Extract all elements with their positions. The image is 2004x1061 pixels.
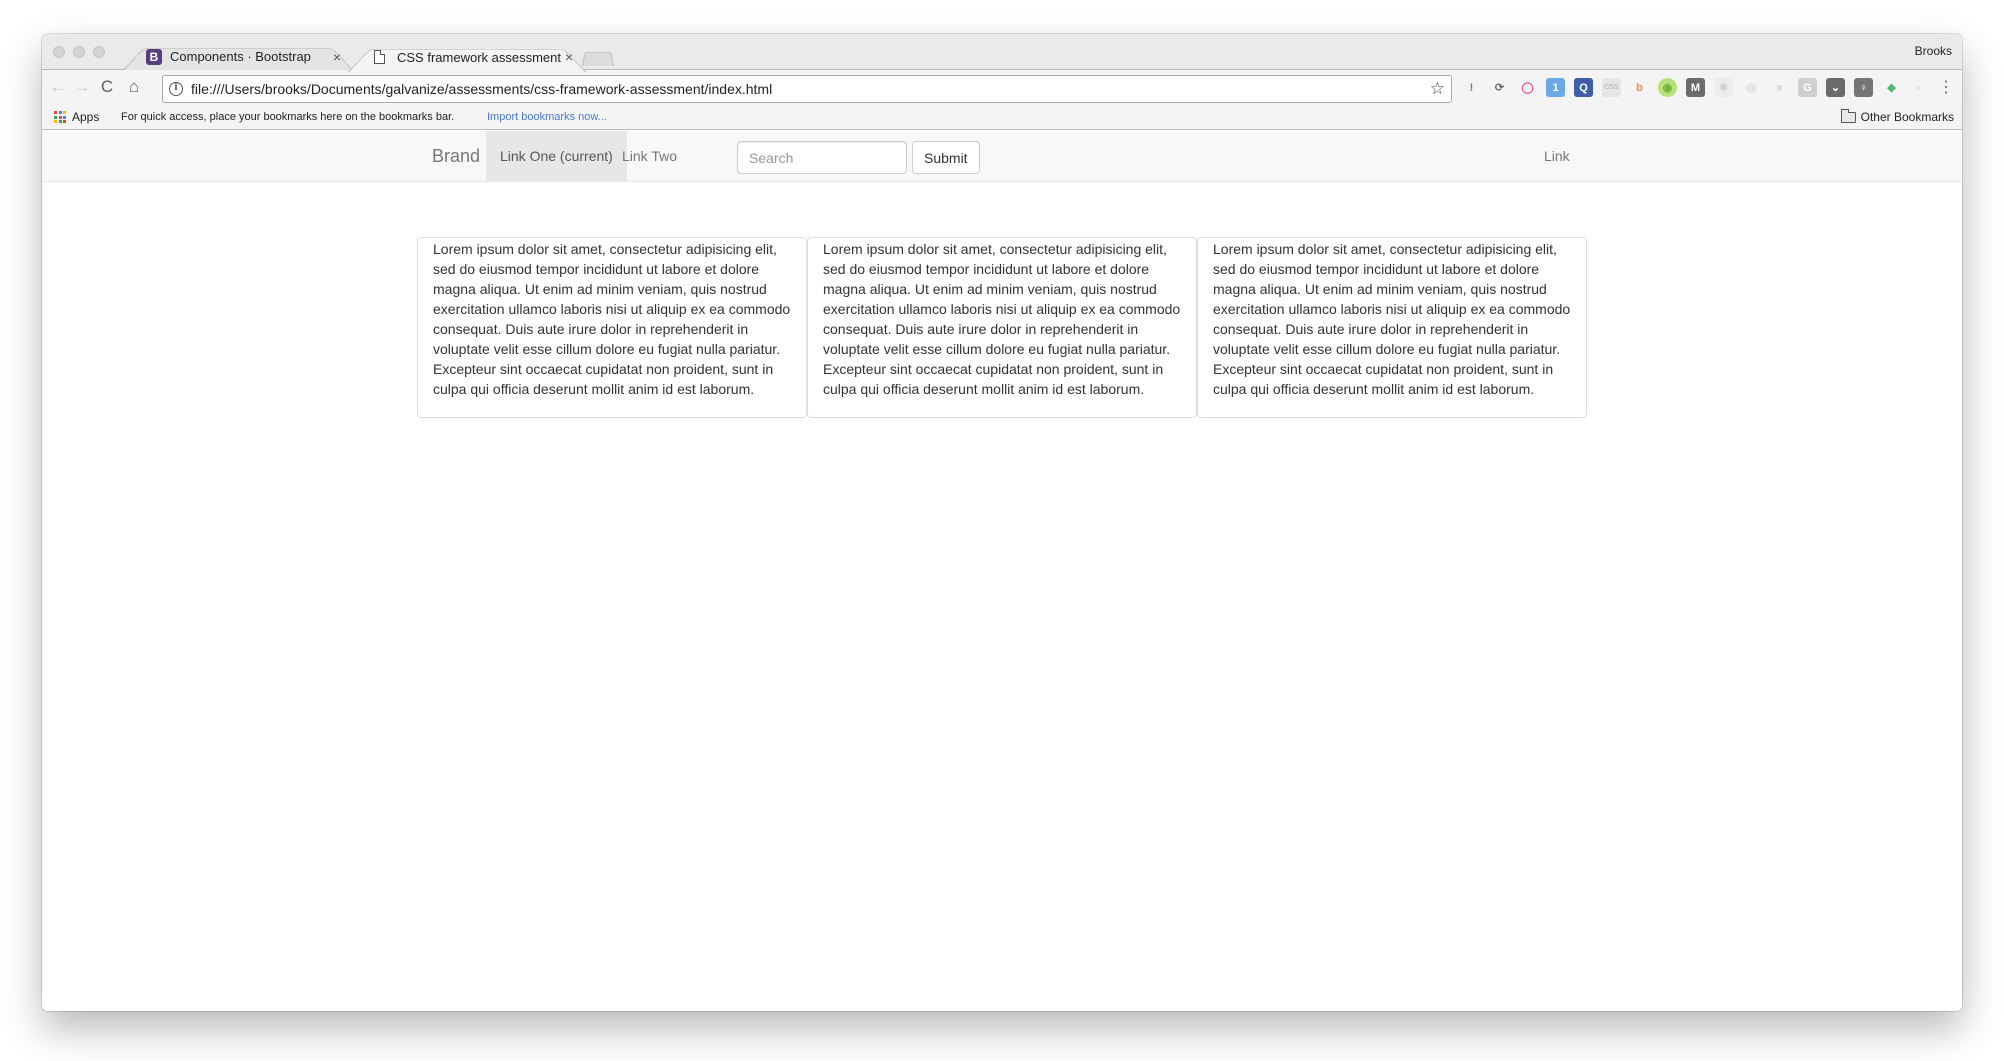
browser-toolbar: ← → C ⌂ i file:///Users/brooks/Documents… <box>42 70 1962 104</box>
nav-link-two[interactable]: Link Two <box>608 131 691 181</box>
profile-name[interactable]: Brooks <box>1915 44 1952 58</box>
content-card: Lorem ipsum dolor sit amet, consectetur … <box>807 237 1197 418</box>
b-circle-icon[interactable]: b <box>1630 78 1649 97</box>
monster-icon[interactable]: ◉ <box>1658 78 1677 97</box>
search-input[interactable] <box>737 141 907 174</box>
apps-grid-dot <box>58 115 62 119</box>
page-content: Brand Link One (current) Link Two Submit… <box>42 131 1962 1011</box>
browser-window: B Components · Bootstrap × CSS framework… <box>42 34 1962 1011</box>
site-navbar: Brand Link One (current) Link Two Submit… <box>42 131 1962 182</box>
crescent-icon[interactable]: ◐ <box>1910 78 1929 97</box>
apps-grid-dot <box>54 111 57 114</box>
back-arrow-icon[interactable]: ← <box>48 77 68 97</box>
bookmark-star-icon[interactable]: ☆ <box>1430 79 1445 99</box>
apps-grid-dot <box>63 111 66 114</box>
color-wheel-icon[interactable]: ◯ <box>1518 78 1537 97</box>
apps-grid-dot <box>63 115 66 119</box>
tab-title: CSS framework assessment <box>397 49 561 65</box>
close-icon[interactable]: × <box>330 49 344 65</box>
tab-css-framework-assessment[interactable]: CSS framework assessment × <box>348 42 586 72</box>
forward-arrow-icon[interactable]: → <box>72 77 92 97</box>
m-icon[interactable]: M <box>1686 78 1705 97</box>
extensions-area: ! ⟳ ◯ 1 Q CSS b ◉ M ⚛ ◎ ■ G ⌄ ♀ ◆ ◐ ⋮ <box>1462 78 1954 97</box>
tab-components-bootstrap[interactable]: B Components · Bootstrap × <box>122 42 354 71</box>
apps-grid-dot <box>58 111 62 114</box>
home-icon[interactable]: ⌂ <box>124 77 144 97</box>
content-card: Lorem ipsum dolor sit amet, consectetur … <box>417 237 807 418</box>
navbar-brand[interactable]: Brand <box>432 146 480 167</box>
g-icon[interactable]: G <box>1798 78 1817 97</box>
tab-title: Components · Bootstrap <box>170 49 311 64</box>
bird-badge-icon[interactable]: 1 <box>1546 78 1565 97</box>
react-icon[interactable]: ⚛ <box>1714 78 1733 97</box>
cube-icon[interactable]: ■ <box>1770 78 1789 97</box>
sync-icon[interactable]: ⟳ <box>1490 78 1509 97</box>
url-text[interactable]: file:///Users/brooks/Documents/galvanize… <box>191 81 1430 97</box>
other-bookmarks[interactable]: Other Bookmarks <box>1840 108 1954 124</box>
browser-menu-icon[interactable]: ⋮ <box>1938 79 1954 97</box>
zoom-window-button[interactable] <box>93 46 105 58</box>
nav-link-right[interactable]: Link <box>1530 131 1584 181</box>
submit-button[interactable]: Submit <box>912 141 980 174</box>
target-icon[interactable]: ◎ <box>1742 78 1761 97</box>
reload-icon[interactable]: C <box>97 77 117 97</box>
apps-grid-dot <box>58 120 62 123</box>
apps-label: Apps <box>72 110 100 124</box>
lightbulb-icon[interactable]: ♀ <box>1854 78 1873 97</box>
document-icon <box>374 50 385 64</box>
close-window-button[interactable] <box>53 46 65 58</box>
import-bookmarks-link[interactable]: Import bookmarks now... <box>487 111 607 123</box>
apps-grid-icon <box>54 111 66 123</box>
other-bookmarks-label: Other Bookmarks <box>1860 110 1954 124</box>
1password-icon[interactable]: ! <box>1462 78 1481 97</box>
feedly-icon[interactable]: ◆ <box>1882 78 1901 97</box>
window-controls <box>53 46 105 58</box>
bookmarks-bar: Apps For quick access, place your bookma… <box>42 104 1962 130</box>
tab-strip: B Components · Bootstrap × CSS framework… <box>42 34 1962 70</box>
info-icon[interactable]: i <box>169 82 183 96</box>
apps-grid-dot <box>54 115 57 119</box>
pocket-icon[interactable]: ⌄ <box>1826 78 1845 97</box>
folder-icon <box>1840 108 1856 123</box>
minimize-window-button[interactable] <box>73 46 85 58</box>
apps-grid-dot <box>63 120 66 123</box>
css-icon[interactable]: CSS <box>1602 78 1621 97</box>
bootstrap-b-icon: B <box>146 48 162 65</box>
apps-grid-dot <box>54 120 57 123</box>
nav-link-one[interactable]: Link One (current) <box>486 131 627 181</box>
content-card: Lorem ipsum dolor sit amet, consectetur … <box>1197 237 1587 418</box>
apps-shortcut[interactable]: Apps <box>54 110 99 124</box>
close-icon[interactable]: × <box>562 49 576 65</box>
q-icon[interactable]: Q <box>1574 78 1593 97</box>
address-bar[interactable]: i file:///Users/brooks/Documents/galvani… <box>162 75 1452 103</box>
card-row: Lorem ipsum dolor sit amet, consectetur … <box>417 237 1587 418</box>
new-tab-button[interactable] <box>582 51 614 66</box>
bookmarks-hint: For quick access, place your bookmarks h… <box>121 111 455 123</box>
